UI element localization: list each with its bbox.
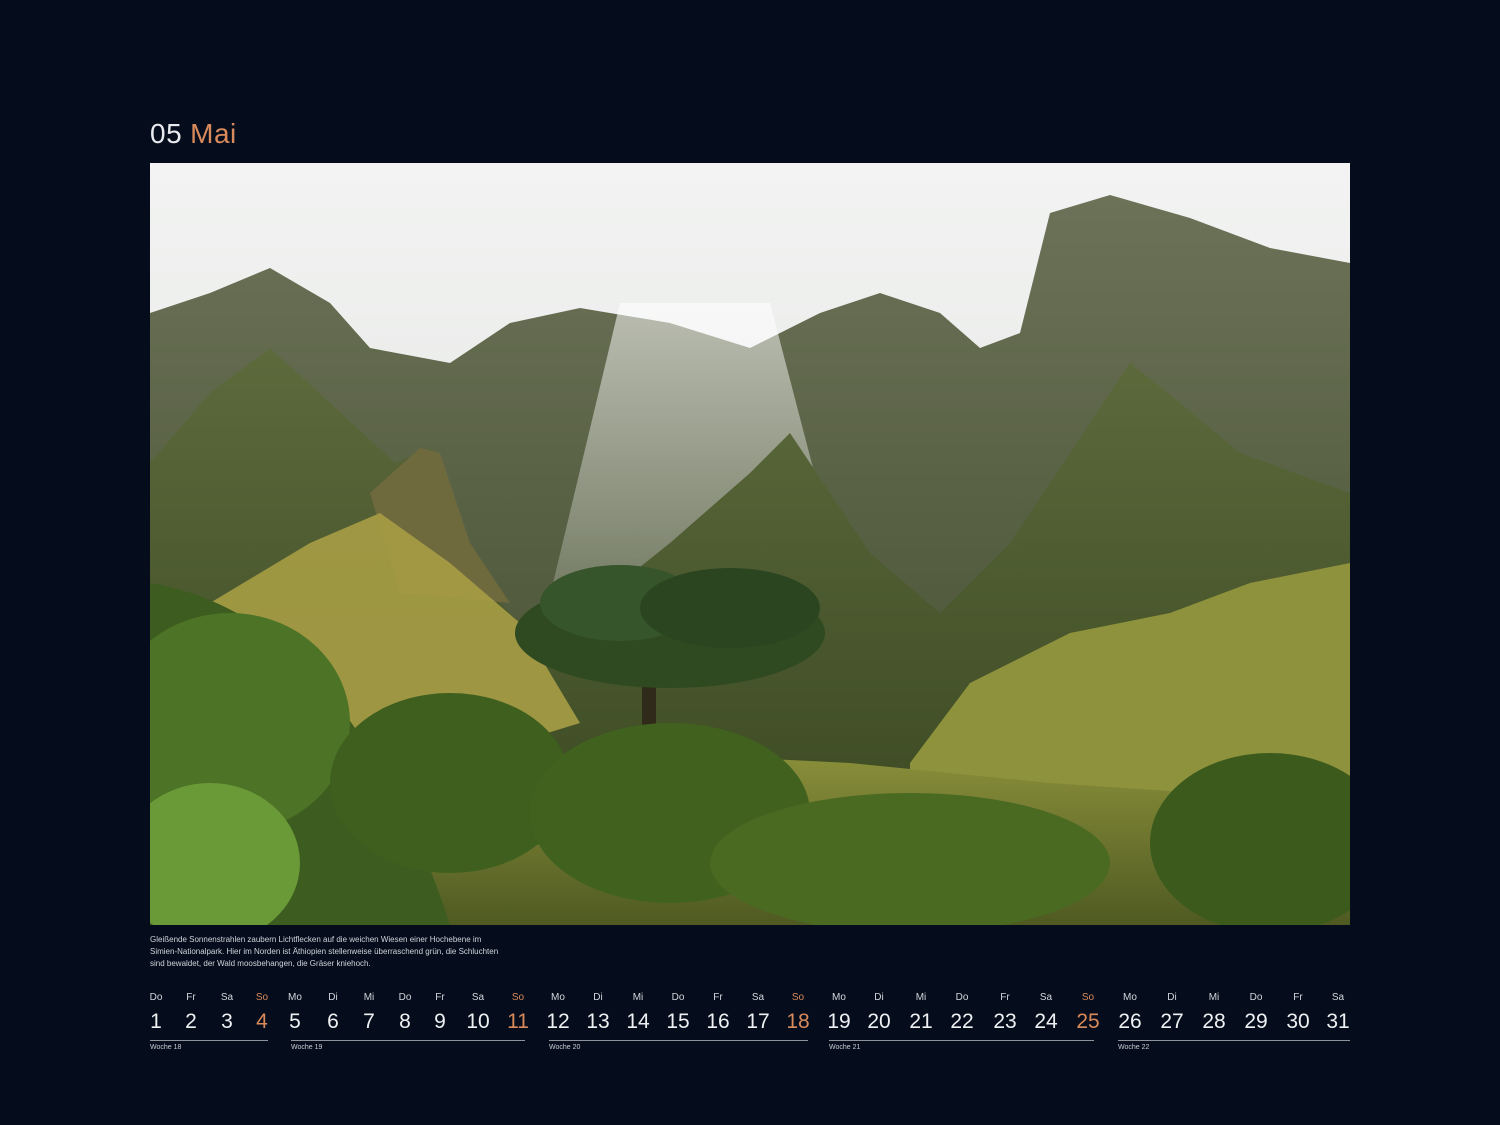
day-number: 23 <box>993 1010 1017 1033</box>
photo-caption: Gleißende Sonnenstrahlen zaubern Lichtfl… <box>150 934 540 970</box>
weekday-label: Sa <box>471 992 485 1003</box>
week-label: Woche 21 <box>829 1044 861 1051</box>
week-label: Woche 22 <box>1118 1044 1150 1051</box>
week-label: Woche 19 <box>291 1044 323 1051</box>
day-number: 10 <box>466 1010 490 1033</box>
day-number: 22 <box>950 1010 974 1033</box>
week-divider <box>291 1040 525 1041</box>
day-number: 14 <box>626 1010 650 1033</box>
calendar-grid: Do 1 Fr 2 Sa 3 So 4 Mo 5 Di 6 Mi 7 Do 8 Fr 9 Sa 10 So 11 Mo 12 D… <box>150 990 1350 1060</box>
week-divider <box>1118 1040 1350 1041</box>
day-number: 12 <box>546 1010 570 1033</box>
weekday-label: Do <box>671 992 685 1003</box>
weekday-label: So <box>1081 992 1095 1003</box>
week-divider <box>150 1040 268 1041</box>
weekday-label: So <box>511 992 525 1003</box>
day-number: 28 <box>1202 1010 1226 1033</box>
weekday-label: Mo <box>551 992 565 1003</box>
caption-line: Gleißende Sonnenstrahlen zaubern Lichtfl… <box>150 935 482 944</box>
day-number: 15 <box>666 1010 690 1033</box>
day-number: 26 <box>1118 1010 1142 1033</box>
weekday-label: Di <box>593 992 603 1003</box>
weekday-label: Mo <box>288 992 302 1003</box>
weekday-label: Fr <box>1293 992 1303 1003</box>
day-number: 19 <box>827 1010 851 1033</box>
month-number: 05 <box>150 118 183 149</box>
day-number: 3 <box>221 1010 233 1033</box>
weekday-label: Sa <box>1331 992 1345 1003</box>
weekday-label: Fr <box>713 992 723 1003</box>
weekday-label: Do <box>149 992 163 1003</box>
day-number: 17 <box>746 1010 770 1033</box>
month-title: 05 Mai <box>150 116 237 152</box>
weekday-label: Mo <box>1123 992 1137 1003</box>
weekday-label: Fr <box>1000 992 1010 1003</box>
day-number: 6 <box>327 1010 339 1033</box>
weekday-label: Mi <box>1208 992 1220 1003</box>
day-number: 31 <box>1326 1010 1350 1033</box>
weekday-label: So <box>791 992 805 1003</box>
landscape-photo <box>150 163 1350 925</box>
day-number: 13 <box>586 1010 610 1033</box>
weekday-label: Mo <box>832 992 846 1003</box>
caption-line: Simien-Nationalpark. Hier im Norden ist … <box>150 947 499 956</box>
weekday-label: Di <box>1167 992 1177 1003</box>
week-divider <box>829 1040 1094 1041</box>
week-label: Woche 18 <box>150 1044 182 1051</box>
weekday-label: Do <box>955 992 969 1003</box>
weekday-label: Sa <box>220 992 234 1003</box>
day-number: 20 <box>867 1010 891 1033</box>
day-number: 21 <box>909 1010 933 1033</box>
caption-line: sind bewaldet, der Wald moosbehangen, di… <box>150 959 371 968</box>
day-number: 5 <box>289 1010 301 1033</box>
day-number: 29 <box>1244 1010 1268 1033</box>
weekday-label: Di <box>328 992 338 1003</box>
day-number: 1 <box>150 1010 162 1033</box>
month-name: Mai <box>190 118 237 149</box>
weekday-label: Do <box>398 992 412 1003</box>
day-number: 30 <box>1286 1010 1310 1033</box>
week-divider <box>549 1040 808 1041</box>
mountain-landscape-photo-icon <box>150 163 1350 925</box>
day-number: 24 <box>1034 1010 1058 1033</box>
day-number: 9 <box>434 1010 446 1033</box>
weekday-label: Di <box>874 992 884 1003</box>
day-number: 2 <box>185 1010 197 1033</box>
weekday-label: Do <box>1249 992 1263 1003</box>
day-number: 7 <box>363 1010 375 1033</box>
weekday-label: Mi <box>363 992 375 1003</box>
day-number: 16 <box>706 1010 730 1033</box>
day-number: 25 <box>1076 1010 1100 1033</box>
week-label: Woche 20 <box>549 1044 581 1051</box>
day-number: 11 <box>507 1010 529 1033</box>
weekday-label: Fr <box>435 992 445 1003</box>
weekday-label: Mi <box>632 992 644 1003</box>
weekday-label: Sa <box>751 992 765 1003</box>
day-number: 27 <box>1160 1010 1184 1033</box>
weekday-label: Mi <box>915 992 927 1003</box>
weekday-label: Fr <box>186 992 196 1003</box>
day-number: 8 <box>399 1010 411 1033</box>
weekday-label: Sa <box>1039 992 1053 1003</box>
day-number: 18 <box>786 1010 810 1033</box>
